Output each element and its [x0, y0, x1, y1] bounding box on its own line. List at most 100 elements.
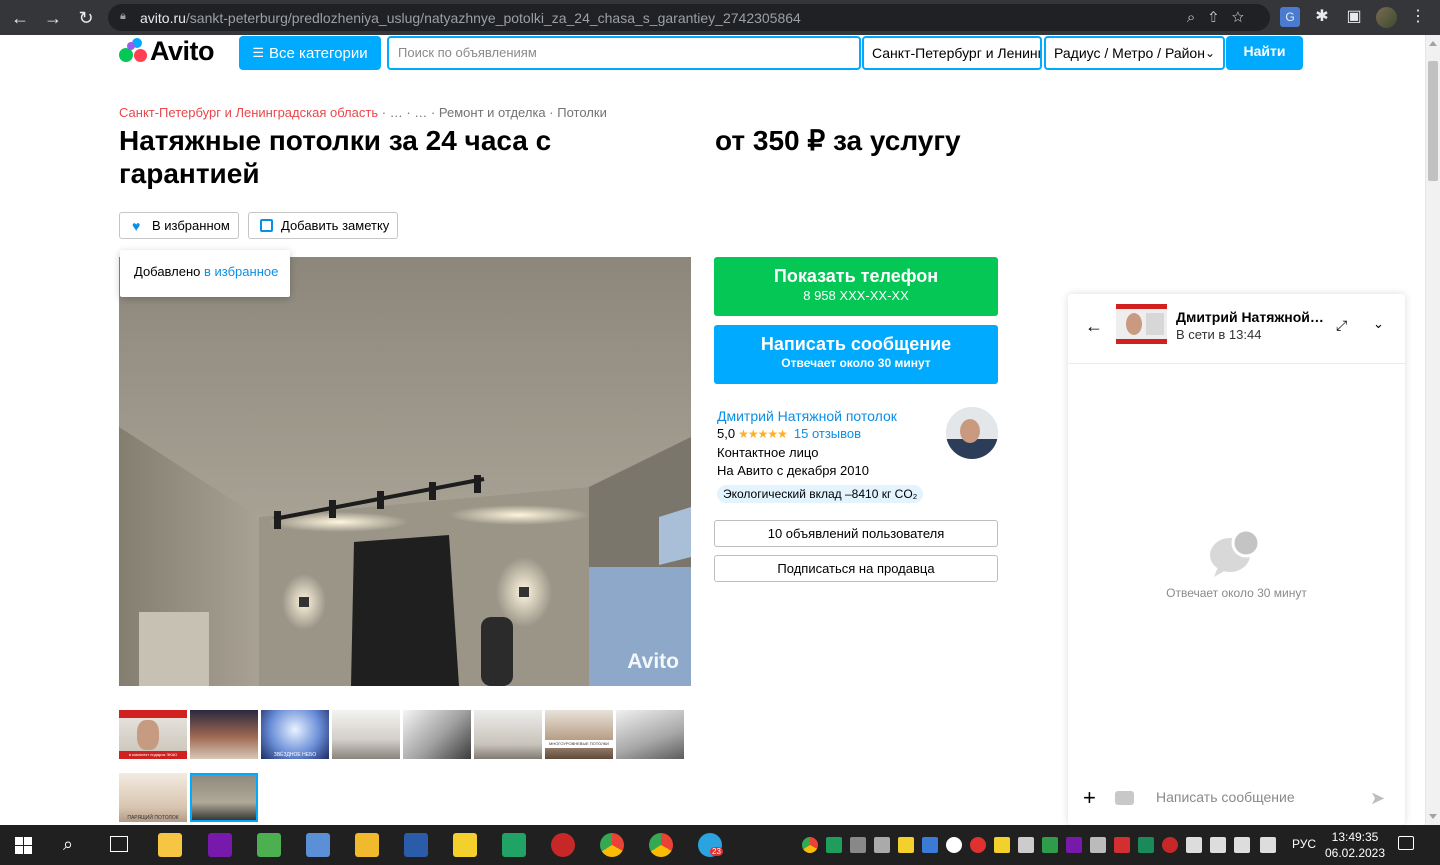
- task-view-icon[interactable]: [110, 836, 128, 852]
- scroll-down-icon[interactable]: [1429, 814, 1437, 819]
- chat-online-status: В сети в 13:44: [1176, 327, 1262, 342]
- reload-icon[interactable]: ↻: [76, 8, 96, 28]
- avito-watermark: Avito: [627, 650, 679, 673]
- zoom-icon[interactable]: ⌕: [1187, 9, 1209, 26]
- breadcrumb-ellipsis[interactable]: …: [390, 105, 403, 120]
- back-icon[interactable]: ←: [10, 8, 30, 28]
- tray-display-icon[interactable]: [1260, 837, 1276, 853]
- keyboard-language[interactable]: РУС: [1292, 837, 1316, 851]
- tray-onenote-icon[interactable]: [1066, 837, 1082, 853]
- notepad-icon[interactable]: [257, 833, 281, 857]
- forward-icon[interactable]: →: [43, 8, 63, 28]
- seller-name-link[interactable]: Дмитрий Натяжной потолок: [717, 408, 897, 424]
- avito-logo[interactable]: Avito: [119, 35, 215, 66]
- scroll-thumb[interactable]: [1428, 61, 1438, 181]
- subscribe-seller-button[interactable]: Подписаться на продавца: [714, 555, 998, 582]
- thumbnail[interactable]: в комплект подарок ЭКАО: [119, 710, 187, 759]
- arrow-left-icon[interactable]: ←: [1085, 316, 1103, 337]
- chrome-icon[interactable]: [600, 833, 624, 857]
- eco-badge[interactable]: Экологический вклад –8410 кг CO₂: [717, 485, 924, 503]
- thumbnail[interactable]: [190, 710, 258, 759]
- file-explorer-notes-icon[interactable]: [158, 833, 182, 857]
- app-red-icon[interactable]: [551, 833, 575, 857]
- thumbnail[interactable]: [332, 710, 400, 759]
- add-note-button[interactable]: Добавить заметку: [248, 212, 398, 239]
- volume-icon[interactable]: [1234, 837, 1250, 853]
- reviews-link[interactable]: 15 отзывов: [794, 426, 861, 441]
- favorite-button[interactable]: ♥ В избранном: [119, 212, 239, 239]
- tray-steam-icon[interactable]: [946, 837, 962, 853]
- thumbnail[interactable]: МНОГОУРОВНЕВЫЕ ПОТОЛКИ: [545, 710, 613, 759]
- region-select[interactable]: Санкт-Петербург и Ленинградская область: [862, 36, 1042, 70]
- page-scrollbar[interactable]: [1425, 35, 1440, 825]
- logo-text: Avito: [150, 35, 215, 66]
- camera-icon[interactable]: [1115, 791, 1134, 805]
- thumbnail[interactable]: [616, 710, 684, 759]
- notifications-icon[interactable]: [1398, 836, 1414, 850]
- plus-icon[interactable]: +: [1083, 787, 1096, 809]
- word-icon[interactable]: [404, 833, 428, 857]
- seller-avatar[interactable]: [946, 407, 998, 459]
- tray-notes-icon[interactable]: [898, 837, 914, 853]
- thumbnail-selected[interactable]: [190, 773, 258, 822]
- chat-message-input[interactable]: Написать сообщение: [1156, 789, 1295, 805]
- folder-icon[interactable]: [355, 833, 379, 857]
- breadcrumb-repair[interactable]: Ремонт и отделка: [439, 105, 546, 120]
- url-text: avito.ru/sankt-peterburg/predlozheniya_u…: [140, 10, 801, 26]
- profile-avatar[interactable]: [1376, 7, 1397, 28]
- tray-app-icon[interactable]: [874, 837, 890, 853]
- onenote-icon[interactable]: [208, 833, 232, 857]
- telegram-icon[interactable]: 23: [698, 833, 723, 857]
- tray-check-icon[interactable]: [994, 837, 1010, 853]
- sheets-icon[interactable]: [502, 833, 526, 857]
- send-icon[interactable]: ➤: [1370, 788, 1385, 809]
- thumbnail[interactable]: ПАРЯЩИЙ ПОТОЛОК: [119, 773, 187, 822]
- favorites-link[interactable]: в избранное: [204, 264, 278, 279]
- app-icon[interactable]: [306, 833, 330, 857]
- tray-app-icon[interactable]: [1162, 837, 1178, 853]
- breadcrumb-ceilings[interactable]: Потолки: [557, 105, 607, 120]
- windows-start-icon[interactable]: [15, 837, 32, 854]
- all-categories-button[interactable]: ☰ Все категории: [239, 36, 381, 70]
- breadcrumb-ellipsis[interactable]: …: [414, 105, 427, 120]
- tray-window-icon[interactable]: [1018, 837, 1034, 853]
- sidepanel-icon[interactable]: ▣: [1344, 7, 1364, 27]
- scroll-up-icon[interactable]: [1429, 41, 1437, 46]
- show-phone-button[interactable]: Показать телефон 8 958 XXX-XX-XX: [714, 257, 998, 316]
- seller-listings-button[interactable]: 10 объявлений пользователя: [714, 520, 998, 547]
- tray-snip-icon[interactable]: [922, 837, 938, 853]
- extensions-puzzle-icon[interactable]: ✱: [1312, 7, 1332, 27]
- breadcrumb-region[interactable]: Санкт-Петербург и Ленинградская область: [119, 105, 378, 120]
- write-message-button[interactable]: Написать сообщение Отвечает около 30 мин…: [714, 325, 998, 384]
- thumbnail[interactable]: [403, 710, 471, 759]
- search-icon[interactable]: ⌕: [63, 834, 73, 855]
- tray-app-icon[interactable]: [1042, 837, 1058, 853]
- chrome-icon[interactable]: [649, 833, 673, 857]
- seller-rating: 5,0 ★★★★★ 15 отзывов: [717, 426, 862, 441]
- menu-kebab-icon[interactable]: ⋮: [1408, 7, 1428, 27]
- translate-extension-icon[interactable]: G: [1280, 7, 1300, 27]
- sticky-notes-icon[interactable]: [453, 833, 477, 857]
- tray-tool-icon[interactable]: [1090, 837, 1106, 853]
- tray-excel-icon[interactable]: [1138, 837, 1154, 853]
- address-bar[interactable]: 🔒︎ avito.ru/sankt-peterburg/predlozheniy…: [108, 4, 1270, 31]
- thumbnail[interactable]: [474, 710, 542, 759]
- tray-app-icon[interactable]: [1114, 837, 1130, 853]
- expand-icon[interactable]: ⤢: [1336, 317, 1352, 333]
- radius-select[interactable]: Радиус / Метро / Район ⌄: [1044, 36, 1225, 70]
- share-icon[interactable]: ⇧: [1209, 9, 1231, 26]
- battery-icon[interactable]: [1186, 837, 1202, 853]
- main-photo[interactable]: Avito: [119, 257, 691, 686]
- chevron-down-icon[interactable]: ⌄: [1373, 316, 1384, 332]
- search-input[interactable]: Поиск по объявлениям: [387, 36, 861, 70]
- tray-shield-icon[interactable]: [826, 837, 842, 853]
- tray-chrome-icon[interactable]: [802, 837, 818, 853]
- clock[interactable]: 13:49:35 06.02.2023: [1322, 829, 1388, 861]
- chat-avatar[interactable]: [1116, 304, 1167, 344]
- tray-app-icon[interactable]: [970, 837, 986, 853]
- thumbnail[interactable]: ЗВЁЗДНОЕ НЕБО: [261, 710, 329, 759]
- bookmark-star-icon[interactable]: ☆: [1232, 9, 1258, 26]
- tray-monitor-icon[interactable]: [850, 837, 866, 853]
- find-button[interactable]: Найти: [1226, 36, 1303, 70]
- wifi-icon[interactable]: [1210, 837, 1226, 853]
